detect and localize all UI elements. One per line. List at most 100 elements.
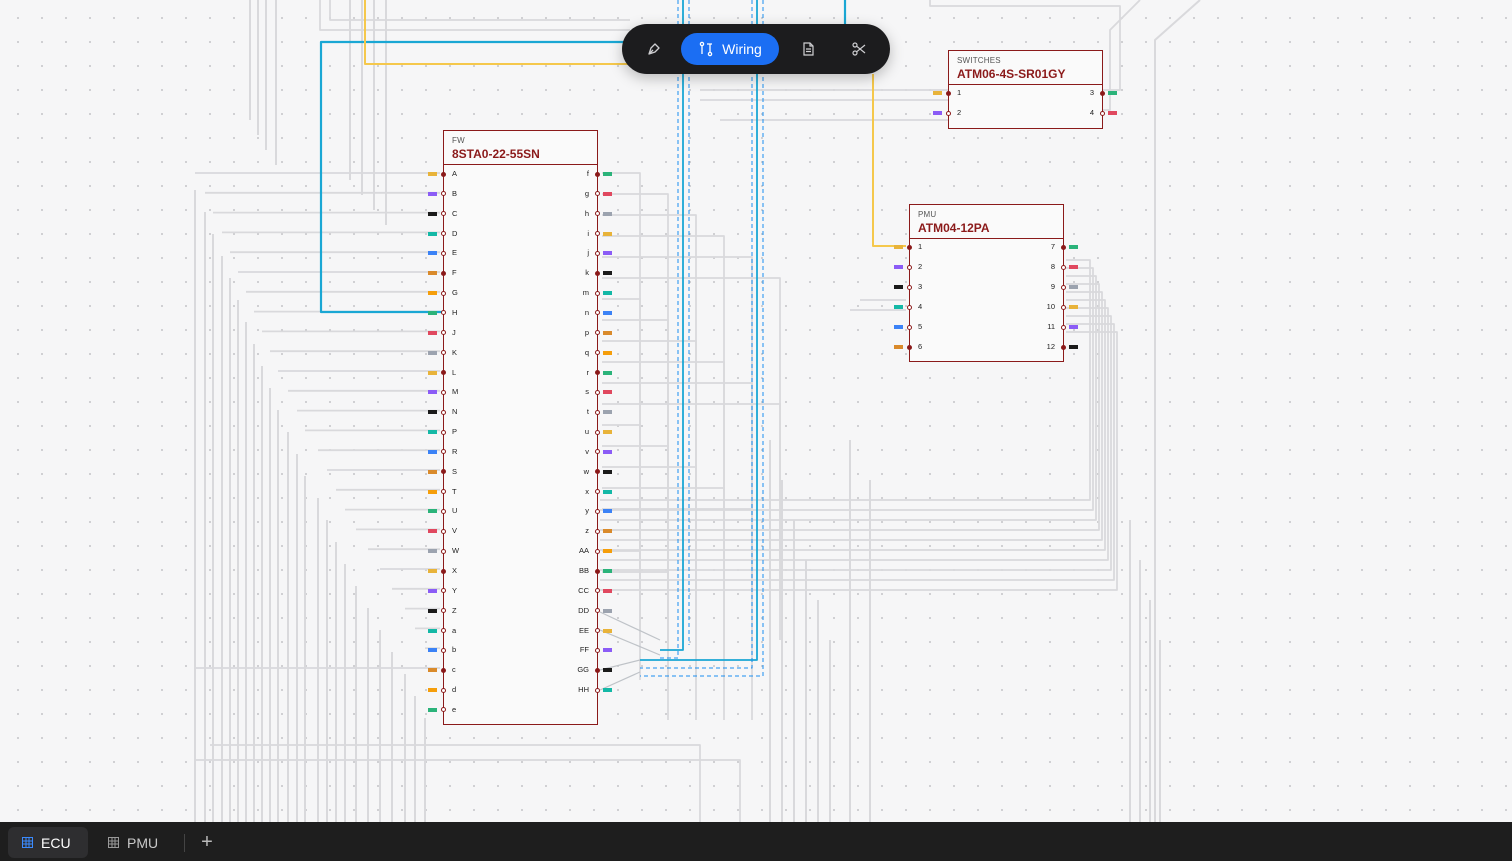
pin-terminal[interactable] (594, 191, 600, 197)
pin-terminal[interactable] (440, 171, 446, 177)
pin-terminal[interactable] (594, 568, 600, 574)
pin-terminal[interactable] (906, 284, 912, 290)
pin-terminal[interactable] (594, 270, 600, 276)
pin-terminal[interactable] (594, 449, 600, 455)
pin-terminal[interactable] (440, 608, 446, 614)
pin-terminal[interactable] (594, 508, 600, 514)
pin-terminal[interactable] (440, 647, 446, 653)
wire[interactable] (364, 0, 630, 65)
pin-terminal[interactable] (440, 469, 446, 475)
component-switches[interactable]: SWITCHES ATM06-4S-SR01GY 1 2 3 4 (933, 50, 1117, 129)
wire[interactable] (602, 529, 781, 640)
pin-terminal[interactable] (440, 191, 446, 197)
wire[interactable] (602, 571, 669, 720)
pin-terminal[interactable] (1060, 344, 1066, 350)
pen-tool-button[interactable] (638, 33, 670, 65)
tab-pmu[interactable]: PMU (94, 827, 174, 858)
pin-terminal[interactable] (594, 687, 600, 693)
pin-terminal[interactable] (594, 469, 600, 475)
pin-terminal[interactable] (440, 211, 446, 217)
schematic-canvas[interactable] (0, 0, 1512, 822)
pin-terminal[interactable] (594, 350, 600, 356)
pin-terminal[interactable] (594, 429, 600, 435)
wire[interactable] (210, 744, 701, 822)
pin-terminal[interactable] (594, 667, 600, 673)
pin-terminal[interactable] (440, 370, 446, 375)
wire[interactable] (602, 466, 697, 720)
pin-terminal[interactable] (440, 330, 446, 336)
component-fw[interactable]: FW 8STA0-22-55SN A BCDEFGHJKLMNPRSTUVW X YZ… (428, 130, 612, 725)
wire[interactable] (640, 0, 758, 661)
pin-terminal[interactable] (906, 264, 912, 270)
wire[interactable] (319, 0, 630, 31)
pin-terminal[interactable] (1099, 90, 1105, 96)
pin-terminal[interactable] (594, 231, 600, 237)
pin-terminal[interactable] (440, 588, 446, 594)
pin-terminal[interactable] (594, 608, 600, 614)
pin-terminal[interactable] (594, 489, 600, 495)
pin-label: GG (577, 665, 589, 675)
pin-terminal[interactable] (440, 290, 446, 296)
pin-terminal[interactable] (440, 548, 446, 554)
pin-terminal[interactable] (594, 250, 600, 256)
pin-terminal[interactable] (594, 588, 600, 594)
pin-terminal[interactable] (594, 389, 600, 395)
wire[interactable] (600, 331, 1118, 591)
wire[interactable] (602, 361, 725, 720)
pin-terminal[interactable] (440, 250, 446, 256)
wire[interactable] (195, 759, 741, 822)
pin-terminal[interactable] (594, 370, 600, 375)
pin-terminal[interactable] (906, 304, 912, 310)
pin-terminal[interactable] (440, 409, 446, 415)
pin-terminal[interactable] (440, 528, 446, 534)
wire[interactable] (660, 0, 684, 651)
document-button[interactable] (792, 33, 824, 65)
pin-terminal[interactable] (594, 528, 600, 534)
add-tab-button[interactable]: + (196, 830, 218, 854)
pin-terminal[interactable] (440, 508, 446, 514)
pin-terminal[interactable] (945, 90, 951, 96)
component-category: FW (452, 136, 465, 145)
pin-terminal[interactable] (1060, 304, 1066, 310)
pin-terminal[interactable] (440, 270, 446, 276)
wire[interactable] (640, 0, 764, 677)
pin-terminal[interactable] (440, 429, 446, 435)
pin-terminal[interactable] (594, 409, 600, 415)
component-pmu[interactable]: PMU ATM04-12PA 1 2 3 4 5 6 7 8 9 10 11 12 (894, 204, 1078, 362)
pin-terminal[interactable] (594, 628, 600, 634)
pin-terminal[interactable] (594, 647, 600, 653)
pin-terminal[interactable] (440, 350, 446, 356)
pin-terminal[interactable] (906, 344, 912, 350)
pin-terminal[interactable] (945, 110, 951, 116)
pin-terminal[interactable] (594, 548, 600, 554)
wire-stub (603, 231, 612, 236)
pin-terminal[interactable] (440, 568, 446, 574)
wire[interactable] (602, 382, 753, 560)
pin-terminal[interactable] (440, 489, 446, 495)
pin-terminal[interactable] (1060, 324, 1066, 330)
cut-button[interactable] (843, 33, 875, 65)
pin-terminal[interactable] (440, 687, 446, 693)
wiring-mode-button[interactable]: Wiring (681, 33, 779, 65)
pin-terminal[interactable] (906, 244, 912, 250)
pin-terminal[interactable] (594, 171, 600, 177)
pin-terminal[interactable] (1099, 110, 1105, 116)
pin-terminal[interactable] (440, 389, 446, 395)
pin-terminal[interactable] (594, 330, 600, 336)
pin-terminal[interactable] (1060, 244, 1066, 250)
pin-terminal[interactable] (1060, 264, 1066, 270)
pin-label: m (582, 288, 589, 298)
tab-ecu[interactable]: ECU (8, 827, 88, 858)
wire[interactable] (602, 508, 753, 600)
pin-terminal[interactable] (1060, 284, 1066, 290)
pin-terminal[interactable] (594, 211, 600, 217)
pin-terminal[interactable] (440, 628, 446, 634)
pin-terminal[interactable] (594, 290, 600, 296)
wire[interactable] (602, 235, 725, 680)
pin-terminal[interactable] (906, 324, 912, 330)
pin-terminal[interactable] (440, 667, 446, 673)
wire[interactable] (1154, 0, 1201, 822)
pin-terminal[interactable] (440, 449, 446, 455)
wire-stub (1069, 285, 1078, 289)
pin-terminal[interactable] (440, 231, 446, 237)
